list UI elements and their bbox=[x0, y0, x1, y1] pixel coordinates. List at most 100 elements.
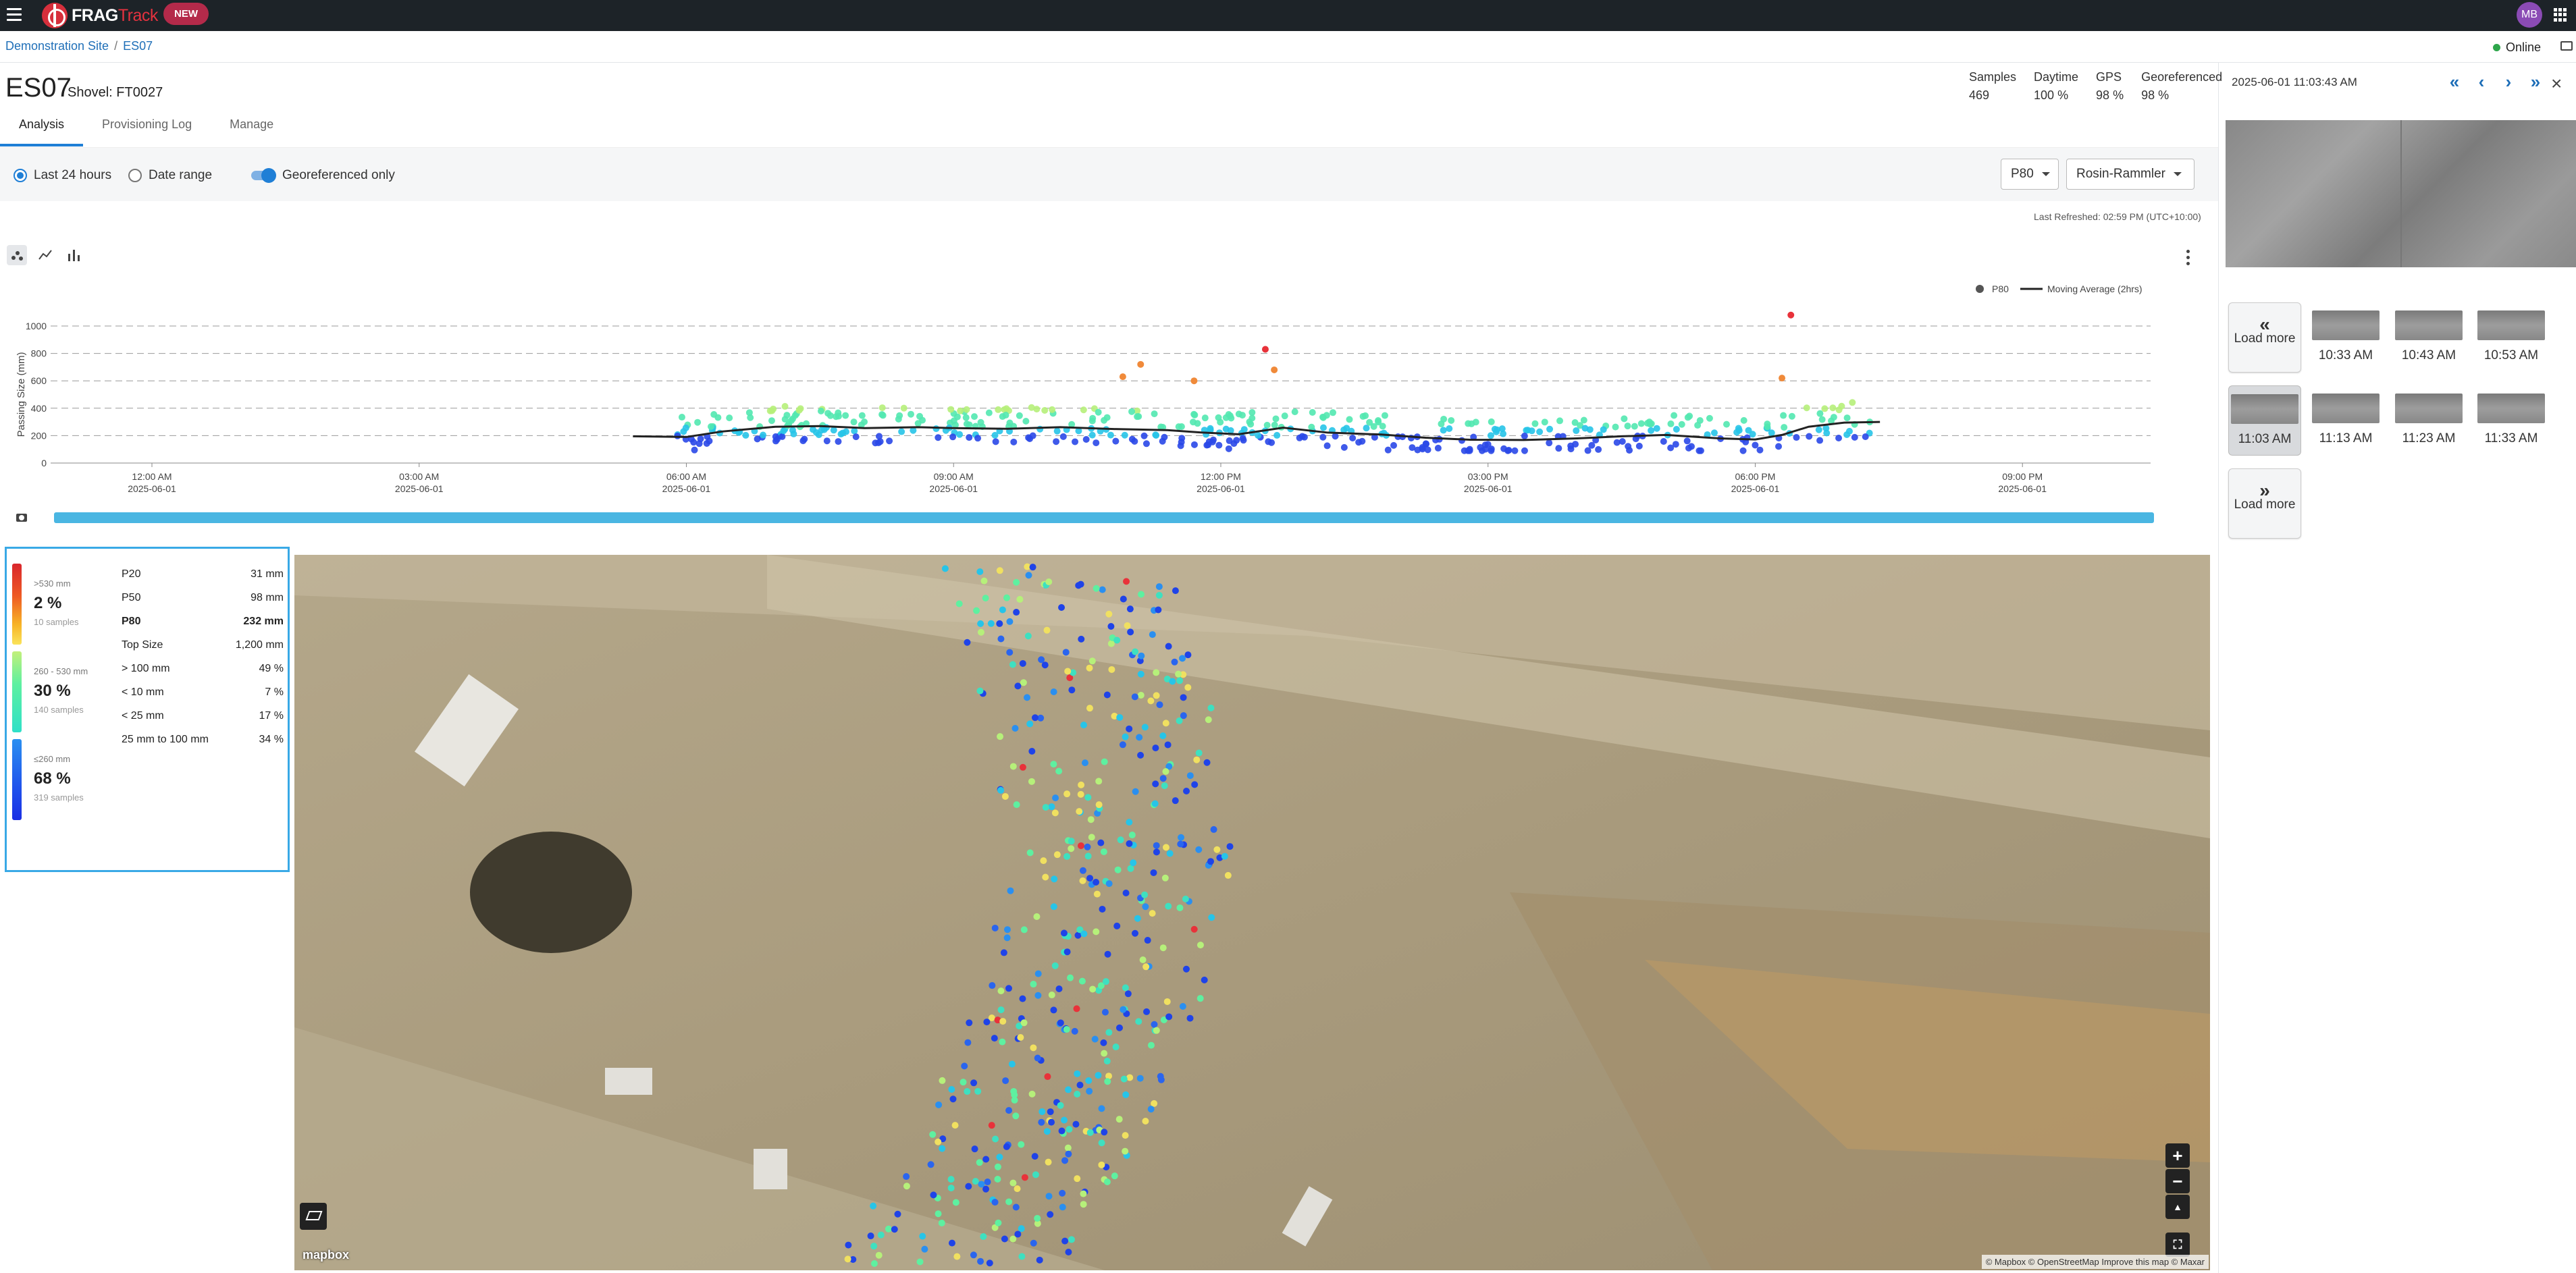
map-sample-point[interactable] bbox=[939, 1077, 946, 1084]
map-sample-point[interactable] bbox=[992, 1135, 999, 1143]
map-sample-point[interactable] bbox=[997, 635, 1005, 643]
map-sample-point[interactable] bbox=[1176, 677, 1184, 684]
map-sample-point[interactable] bbox=[1136, 734, 1143, 741]
map-sample-point[interactable] bbox=[1080, 1190, 1087, 1197]
map-sample-point[interactable] bbox=[1137, 591, 1145, 598]
map-sample-point[interactable] bbox=[1144, 937, 1151, 944]
map-sample-point[interactable] bbox=[996, 620, 1003, 627]
map-sample-point[interactable] bbox=[1001, 1235, 1008, 1243]
map-sample-point[interactable] bbox=[1180, 694, 1187, 701]
map-sample-point[interactable] bbox=[996, 1154, 1003, 1161]
map-sample-point[interactable] bbox=[1153, 842, 1160, 849]
map-sample-point[interactable] bbox=[997, 1006, 1005, 1014]
map-sample-point[interactable] bbox=[1051, 962, 1059, 969]
map-sample-point[interactable] bbox=[1080, 722, 1088, 729]
map-sample-point[interactable] bbox=[1034, 1054, 1041, 1062]
map-sample-point[interactable] bbox=[1001, 792, 1009, 800]
map-sample-point[interactable] bbox=[973, 607, 980, 614]
map-sample-point[interactable] bbox=[1064, 668, 1072, 675]
map-sample-point[interactable] bbox=[1165, 1013, 1173, 1021]
map-sample-point[interactable] bbox=[1126, 819, 1133, 826]
map-sample-point[interactable] bbox=[1098, 1105, 1105, 1112]
map-sample-point[interactable] bbox=[1024, 632, 1032, 640]
zoom-in-button[interactable]: + bbox=[2165, 1143, 2190, 1168]
map-sample-point[interactable] bbox=[1097, 839, 1105, 846]
map-sample-point[interactable] bbox=[1025, 572, 1032, 579]
map-sample-point[interactable] bbox=[1197, 942, 1204, 949]
map-sample-point[interactable] bbox=[1095, 801, 1103, 809]
map-sample-point[interactable] bbox=[952, 1199, 960, 1206]
map-sample-point[interactable] bbox=[1068, 1236, 1075, 1243]
map-sample-point[interactable] bbox=[935, 1138, 942, 1145]
map-sample-point[interactable] bbox=[1221, 852, 1228, 860]
map-sample-point[interactable] bbox=[1100, 848, 1107, 855]
map-sample-point[interactable] bbox=[1120, 1006, 1127, 1013]
map-sample-point[interactable] bbox=[1029, 564, 1036, 571]
map-sample-point[interactable] bbox=[994, 1163, 1001, 1170]
map-sample-point[interactable] bbox=[1166, 850, 1174, 857]
map-sample-point[interactable] bbox=[1042, 804, 1049, 811]
map-sample-point[interactable] bbox=[1226, 843, 1234, 850]
map-sample-point[interactable] bbox=[964, 1039, 972, 1046]
map-sample-point[interactable] bbox=[1039, 1108, 1046, 1115]
map-sample-point[interactable] bbox=[1120, 1075, 1128, 1083]
apps-grid-icon[interactable] bbox=[2554, 8, 2567, 22]
map-sample-point[interactable] bbox=[965, 1183, 972, 1190]
map-sample-point[interactable] bbox=[951, 1122, 959, 1129]
map-sample-point[interactable] bbox=[1179, 655, 1186, 662]
map-sample-point[interactable] bbox=[1028, 1090, 1036, 1098]
map-sample-point[interactable] bbox=[1153, 848, 1160, 856]
map-sample-point[interactable] bbox=[1093, 585, 1100, 592]
map-sample-point[interactable] bbox=[1026, 849, 1034, 857]
map-sample-point[interactable] bbox=[955, 600, 963, 607]
map-sample-point[interactable] bbox=[1084, 794, 1092, 801]
thumbnail-1033[interactable]: 10:33 AM bbox=[2309, 302, 2382, 373]
map-sample-point[interactable] bbox=[1122, 733, 1129, 740]
map-sample-point[interactable] bbox=[1157, 1073, 1164, 1080]
tab-manage[interactable]: Manage bbox=[211, 115, 292, 146]
map-sample-point[interactable] bbox=[1099, 905, 1106, 913]
map-sample-point[interactable] bbox=[976, 568, 984, 575]
map-sample-point[interactable] bbox=[1063, 790, 1071, 798]
map-sample-point[interactable] bbox=[1131, 693, 1138, 701]
map-sample-point[interactable] bbox=[1036, 1256, 1043, 1264]
load-more-later-button[interactable]: » Load more bbox=[2228, 468, 2301, 539]
map-sample-point[interactable] bbox=[991, 1199, 999, 1206]
map-sample-point[interactable] bbox=[1161, 782, 1168, 790]
map-sample-point[interactable] bbox=[1080, 1201, 1087, 1208]
map-sample-point[interactable] bbox=[966, 1019, 973, 1027]
map-sample-point[interactable] bbox=[1006, 649, 1014, 656]
map-sample-point[interactable] bbox=[1126, 1074, 1134, 1081]
map-sample-point[interactable] bbox=[1074, 1091, 1081, 1098]
map-sample-point[interactable] bbox=[970, 1079, 978, 1087]
map-sample-point[interactable] bbox=[1060, 929, 1068, 937]
map-sample-point[interactable] bbox=[1009, 661, 1016, 668]
map-sample-point[interactable] bbox=[1116, 713, 1124, 721]
map-sample-point[interactable] bbox=[1186, 772, 1194, 780]
map-sample-point[interactable] bbox=[1011, 1091, 1018, 1099]
map-sample-point[interactable] bbox=[1086, 664, 1093, 672]
map-sample-point[interactable] bbox=[1159, 775, 1167, 782]
app-logo[interactable]: FRAGTrack bbox=[42, 3, 158, 28]
map-sample-point[interactable] bbox=[1017, 1034, 1024, 1041]
map-sample-point[interactable] bbox=[1078, 635, 1085, 643]
map-sample-point[interactable] bbox=[1124, 622, 1131, 629]
map-sample-point[interactable] bbox=[1020, 926, 1028, 933]
map-sample-point[interactable] bbox=[1093, 890, 1101, 898]
map-sample-point[interactable] bbox=[1153, 669, 1160, 676]
map-sample-point[interactable] bbox=[867, 1233, 874, 1240]
georeferenced-only-toggle[interactable]: Georeferenced only bbox=[251, 168, 395, 183]
map-sample-point[interactable] bbox=[1007, 887, 1014, 894]
map-sample-point[interactable] bbox=[1184, 651, 1192, 659]
map-sample-point[interactable] bbox=[977, 1257, 984, 1265]
map-sample-point[interactable] bbox=[1126, 840, 1133, 847]
map-sample-point[interactable] bbox=[1014, 1230, 1022, 1238]
thumbnail-1103[interactable]: 11:03 AM bbox=[2228, 385, 2301, 456]
map-sample-point[interactable] bbox=[1147, 1106, 1155, 1113]
map-sample-point[interactable] bbox=[1147, 1041, 1155, 1049]
map-sample-point[interactable] bbox=[1075, 582, 1082, 589]
map-sample-point[interactable] bbox=[1103, 691, 1111, 699]
map-sample-point[interactable] bbox=[870, 1202, 877, 1210]
map-sample-point[interactable] bbox=[1172, 587, 1179, 595]
map-sample-point[interactable] bbox=[1088, 657, 1096, 665]
